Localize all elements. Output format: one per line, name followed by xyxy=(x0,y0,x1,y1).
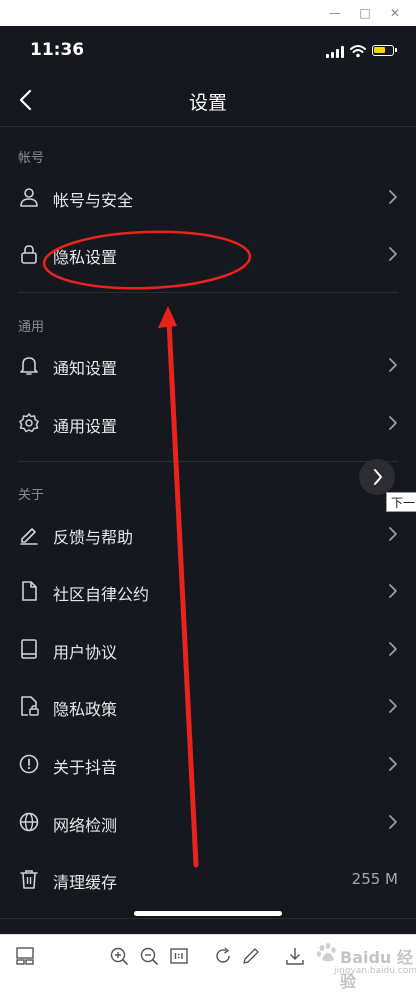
settings-item-account-security[interactable]: 帐号与安全 xyxy=(0,170,416,226)
chevron-right-icon xyxy=(389,642,397,656)
settings-item-label: 通用设置 xyxy=(53,417,118,436)
lock-icon xyxy=(21,245,37,264)
section-header-account: 帐号 xyxy=(18,151,45,166)
globe-icon xyxy=(19,812,39,832)
status-time: 11:36 xyxy=(30,40,85,60)
document-lock-icon xyxy=(21,696,39,716)
pencil-icon[interactable] xyxy=(240,945,262,967)
chevron-right-icon xyxy=(389,584,397,598)
chevron-right-icon xyxy=(389,416,397,430)
settings-item-privacy-settings[interactable]: 隐私设置 xyxy=(0,227,416,283)
settings-item-notifications[interactable]: 通知设置 xyxy=(0,338,416,394)
settings-item-label: 反馈与帮助 xyxy=(53,528,134,547)
settings-item-user-agreement[interactable]: 用户协议 xyxy=(0,622,416,678)
next-page-tooltip: 下一 xyxy=(386,492,416,512)
cellular-signal-icon xyxy=(326,46,344,58)
nav-bar: 设置 xyxy=(0,76,416,124)
pencil-icon xyxy=(20,528,38,545)
minimize-button[interactable]: — xyxy=(326,4,344,22)
settings-item-label: 隐私政策 xyxy=(53,700,118,719)
actual-size-icon[interactable] xyxy=(168,945,190,967)
settings-item-label: 关于抖音 xyxy=(53,758,118,777)
section-divider xyxy=(18,461,398,462)
cache-size-value: 255 M xyxy=(351,870,398,888)
book-icon xyxy=(21,639,37,659)
chevron-right-icon xyxy=(389,699,397,713)
chevron-right-icon xyxy=(374,469,382,485)
watermark-url: jingyan.baidu.com xyxy=(334,966,416,976)
page-title: 设置 xyxy=(188,92,227,114)
status-bar: 11:36 xyxy=(0,26,416,76)
rotate-icon[interactable] xyxy=(212,945,234,967)
settings-item-label: 通知设置 xyxy=(53,359,118,378)
chevron-right-icon xyxy=(389,358,397,372)
thumbnail-view-icon[interactable] xyxy=(14,945,36,967)
document-icon xyxy=(22,581,37,601)
settings-item-about-douyin[interactable]: 关于抖音 xyxy=(0,737,416,793)
info-icon xyxy=(19,754,39,774)
zoom-in-icon[interactable] xyxy=(108,945,130,967)
settings-item-general-settings[interactable]: 通用设置 xyxy=(0,396,416,452)
settings-item-feedback-help[interactable]: 反馈与帮助 xyxy=(0,507,416,563)
phone-screen: 11:36 设置 帐号 帐号与安全 隐私设置 通用 通知设置 通用设置 关于 反… xyxy=(0,26,416,934)
chevron-right-icon xyxy=(389,190,397,204)
header-divider xyxy=(0,126,416,127)
settings-item-community-guidelines[interactable]: 社区自律公约 xyxy=(0,564,416,620)
baidu-paw-icon xyxy=(316,943,336,962)
section-header-general: 通用 xyxy=(18,320,45,335)
maximize-button[interactable]: □ xyxy=(356,4,374,22)
settings-item-label: 帐号与安全 xyxy=(53,191,134,210)
trash-icon xyxy=(20,870,38,889)
window-titlebar: — □ ✕ xyxy=(0,0,416,26)
person-icon xyxy=(20,188,38,207)
home-indicator xyxy=(134,911,282,916)
settings-item-network-check[interactable]: 网络检测 xyxy=(0,795,416,851)
chevron-right-icon xyxy=(389,757,397,771)
settings-item-label: 清理缓存 xyxy=(53,873,118,892)
settings-item-privacy-policy[interactable]: 隐私政策 xyxy=(0,679,416,735)
close-button[interactable]: ✕ xyxy=(386,4,404,22)
baidu-watermark: Baidu 经验 jingyan.baidu.com xyxy=(312,938,416,991)
section-header-about: 关于 xyxy=(18,488,45,503)
battery-icon xyxy=(372,45,397,56)
chevron-right-icon xyxy=(389,815,397,829)
zoom-out-icon[interactable] xyxy=(138,945,160,967)
settings-item-clear-cache[interactable]: 清理缓存 255 M xyxy=(0,852,416,908)
settings-item-label: 用户协议 xyxy=(53,643,118,662)
settings-item-label: 社区自律公约 xyxy=(53,585,150,604)
download-icon[interactable] xyxy=(284,945,306,967)
settings-item-label: 隐私设置 xyxy=(53,248,118,267)
footer-divider xyxy=(0,918,416,919)
chevron-right-icon xyxy=(389,247,397,261)
next-page-button[interactable] xyxy=(359,459,395,495)
settings-item-label: 网络检测 xyxy=(53,816,118,835)
chevron-right-icon xyxy=(389,527,397,541)
section-divider xyxy=(18,292,398,293)
wifi-icon xyxy=(350,45,366,58)
bell-icon xyxy=(20,357,38,375)
gear-icon xyxy=(19,413,39,433)
